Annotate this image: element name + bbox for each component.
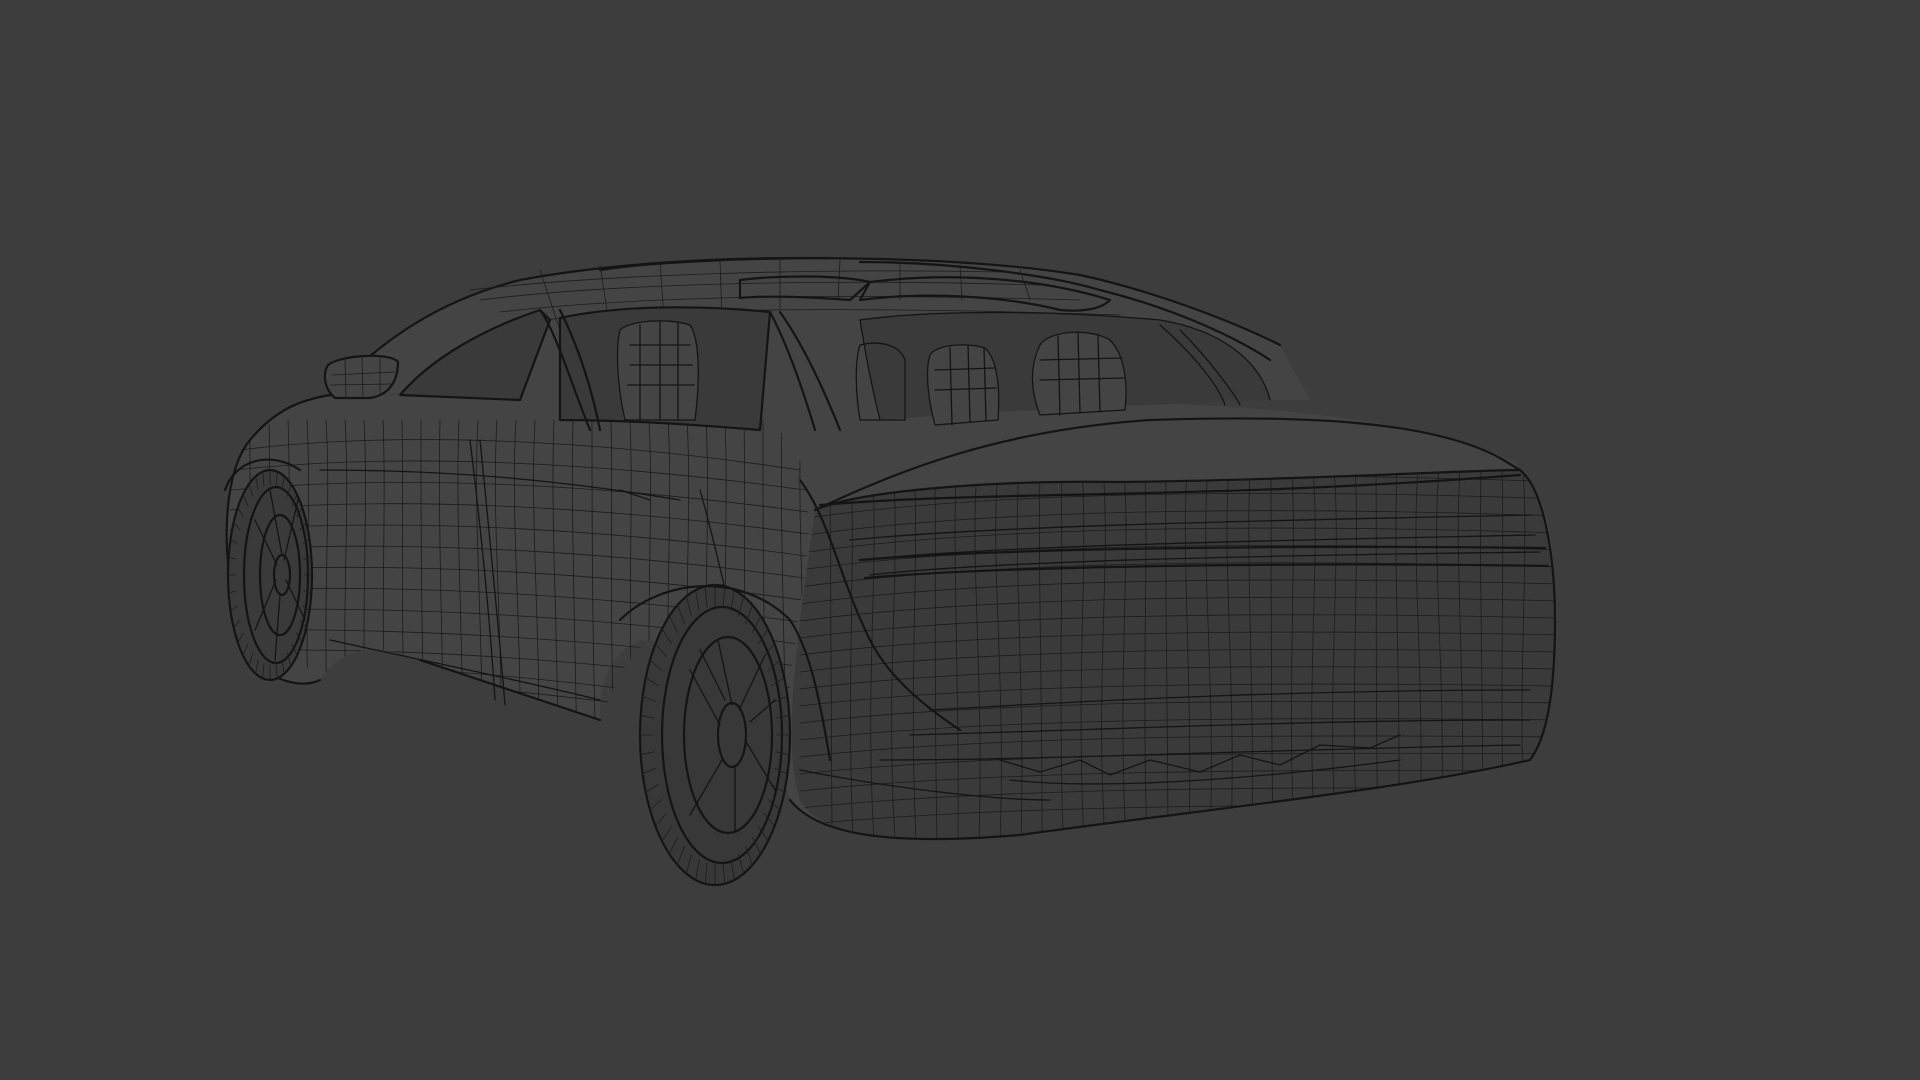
front-wheel: [226, 468, 314, 682]
car-wireframe-model[interactable]: [0, 0, 1920, 1080]
front-seat: [616, 320, 699, 421]
rear-seat-left: [926, 344, 1000, 426]
rear-panel-mesh: [791, 470, 1555, 840]
3d-viewport[interactable]: [0, 0, 1920, 1080]
side-mirror: [323, 354, 400, 400]
car-body: [225, 390, 1557, 841]
rear-seat-right: [1031, 331, 1127, 416]
rear-wheel: [638, 583, 792, 887]
